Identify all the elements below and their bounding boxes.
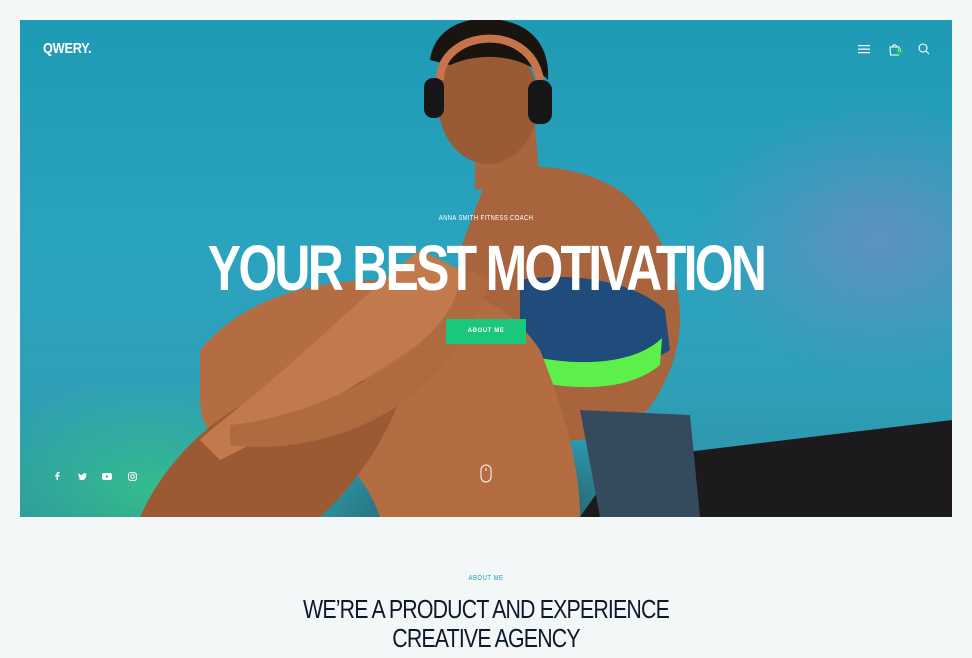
facebook-icon[interactable] <box>52 471 62 481</box>
about-label: ABOUT ME <box>468 575 504 582</box>
youtube-icon[interactable] <box>102 471 112 481</box>
menu-icon[interactable] <box>856 40 872 58</box>
site-logo[interactable]: QWERY. <box>43 40 92 57</box>
mouse-scroll-icon[interactable] <box>480 464 492 483</box>
cart-count-badge: 0 <box>896 48 903 55</box>
about-me-button[interactable]: ABOUT ME <box>446 319 526 344</box>
about-section: ABOUT ME WE’RE A PRODUCT AND EXPERIENCE … <box>0 575 972 653</box>
search-icon[interactable] <box>916 40 932 58</box>
hero-headline: YOUR BEST MOTIVATION <box>207 232 767 304</box>
instagram-icon[interactable] <box>127 471 137 481</box>
about-title: WE’RE A PRODUCT AND EXPERIENCE CREATIVE … <box>87 595 884 653</box>
about-title-line-2: CREATIVE AGENCY <box>392 623 580 653</box>
hero-content: ANNA SMITH FITNESS COACH YOUR BEST MOTIV… <box>20 215 952 344</box>
social-links <box>52 471 137 481</box>
hero-eyebrow: ANNA SMITH FITNESS COACH <box>438 215 534 222</box>
twitter-icon[interactable] <box>77 471 87 481</box>
about-title-line-1: WE’RE A PRODUCT AND EXPERIENCE <box>303 594 670 624</box>
hero-section: QWERY. 0 ANNA SMITH FITNESS COACH YOUR B <box>20 20 952 517</box>
cart-icon[interactable]: 0 <box>886 40 903 58</box>
header-actions: 0 <box>856 40 932 58</box>
